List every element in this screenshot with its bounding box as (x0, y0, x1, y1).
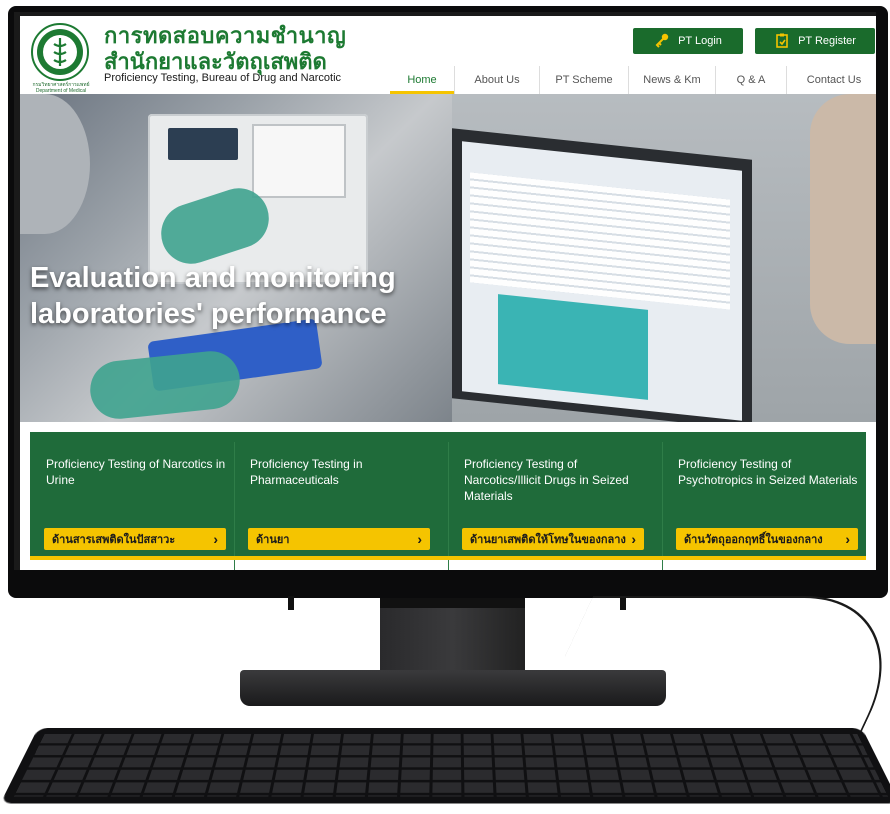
hero-analyst-figure (810, 94, 876, 344)
card-link-button[interactable]: ด้านสารเสพติดในปัสสาวะ › (44, 528, 226, 550)
keyboard-key-rows (14, 733, 888, 797)
pt-login-button[interactable]: PT Login (633, 28, 743, 54)
nav-contact-us[interactable]: Contact Us (786, 66, 876, 94)
chevron-right-icon: › (417, 531, 422, 547)
card-panel: Proficiency Testing of Narcotics/Illicit… (448, 432, 662, 570)
hero-instrument-panel (168, 128, 238, 160)
card-button-label: ด้านวัตถุออกฤทธิ์ในของกลาง (684, 534, 823, 546)
pt-category-cards: Proficiency Testing of Narcotics in Urin… (20, 422, 876, 570)
card-link-button[interactable]: ด้านยา › (248, 528, 430, 550)
nav-home[interactable]: Home (390, 66, 454, 94)
pt-register-label: PT Register (798, 35, 856, 47)
card-accent-strip (234, 556, 448, 560)
chevron-right-icon: › (845, 531, 850, 547)
card-illicit-drugs-seized: Proficiency Testing of Narcotics/Illicit… (448, 422, 662, 570)
card-divider (234, 442, 235, 570)
card-link-button[interactable]: ด้านวัตถุออกฤทธิ์ในของกลาง › (676, 528, 858, 550)
site-header: กรมวิทยาศาสตร์การแพทย์ Department of Med… (20, 16, 876, 100)
hero-chart-area (498, 294, 648, 400)
card-divider (662, 442, 663, 570)
monitor-hinge-left (288, 596, 294, 610)
card-accent-strip (30, 556, 234, 560)
monitor-stand-top (380, 598, 525, 608)
card-panel: Proficiency Testing of Narcotics in Urin… (30, 432, 234, 560)
dmsc-logo-icon (30, 22, 90, 82)
hero-instrument-display (252, 124, 346, 198)
card-button-label: ด้านยา (256, 534, 290, 546)
site-subtitle-en: Proficiency Testing, Bureau of Drug and … (104, 72, 342, 84)
chevron-right-icon: › (631, 531, 636, 547)
clipboard-icon (774, 32, 790, 51)
card-title: Proficiency Testing of Psychotropics in … (678, 457, 858, 487)
nav-pt-scheme[interactable]: PT Scheme (539, 66, 628, 94)
card-accent-strip (662, 556, 866, 560)
card-link-button[interactable]: ด้านยาเสพติดให้โทษในของกลาง › (462, 528, 644, 550)
key-icon (654, 32, 670, 51)
card-panel: Proficiency Testing in Pharmaceuticals ด… (234, 432, 448, 570)
card-button-label: ด้านสารเสพติดในปัสสาวะ (52, 534, 176, 546)
card-title: Proficiency Testing of Narcotics in Urin… (46, 457, 226, 487)
pt-register-button[interactable]: PT Register (755, 28, 875, 54)
nav-news-km[interactable]: News & Km (628, 66, 715, 94)
card-title: Proficiency Testing of Narcotics/Illicit… (464, 457, 629, 503)
main-nav: Home About Us PT Scheme News & Km Q & A … (390, 66, 876, 94)
hero-headline: Evaluation and monitoring laboratories' … (30, 262, 396, 330)
nav-qa[interactable]: Q & A (715, 66, 786, 94)
hero-banner: Evaluation and monitoring laboratories' … (20, 94, 876, 422)
card-narcotics-urine: Proficiency Testing of Narcotics in Urin… (20, 422, 234, 570)
card-psychotropics-seized: Proficiency Testing of Psychotropics in … (662, 422, 876, 570)
monitor-stand-base (240, 670, 666, 706)
card-divider (448, 442, 449, 570)
card-accent-strip (448, 556, 662, 560)
chevron-right-icon: › (213, 531, 218, 547)
card-button-label: ด้านยาเสพติดให้โทษในของกลาง (470, 534, 626, 546)
monitor-cable (526, 596, 890, 738)
monitor-stand-neck (380, 598, 525, 673)
nav-about-us[interactable]: About Us (454, 66, 539, 94)
website-screen: กรมวิทยาศาสตร์การแพทย์ Department of Med… (20, 16, 876, 570)
card-pharmaceuticals: Proficiency Testing in Pharmaceuticals ด… (234, 422, 448, 570)
pt-login-label: PT Login (678, 35, 722, 47)
card-panel: Proficiency Testing of Psychotropics in … (662, 432, 866, 570)
card-title: Proficiency Testing in Pharmaceuticals (250, 457, 363, 487)
